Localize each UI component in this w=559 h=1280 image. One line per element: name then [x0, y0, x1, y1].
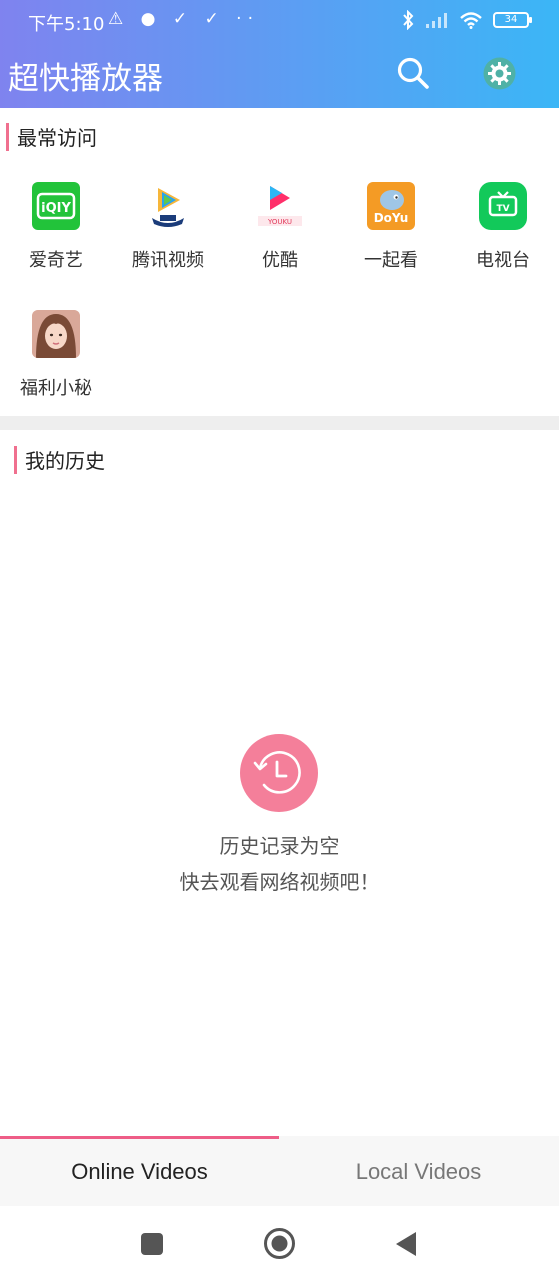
tab-local-videos[interactable]: Local Videos [279, 1136, 558, 1206]
settings-button[interactable] [483, 57, 516, 90]
svg-text:iQIY: iQIY [41, 201, 71, 216]
wifi-icon [460, 12, 482, 29]
svg-text:DoYu: DoYu [374, 211, 409, 225]
section-accent-bar [14, 445, 17, 474]
history-section-header: 我的历史 [14, 445, 105, 474]
youku-icon: YOUKU [256, 182, 304, 230]
frequent-item-label: 一起看 [364, 250, 418, 271]
frequent-item-tv[interactable]: TV 电视台 [453, 182, 553, 272]
system-nav-bar [0, 1206, 559, 1280]
tab-online-videos[interactable]: Online Videos [0, 1136, 279, 1206]
bluetooth-icon [403, 10, 414, 30]
battery-icon: 34 [493, 12, 532, 28]
section-divider [0, 416, 559, 430]
status-time: 下午5:10 [28, 14, 105, 35]
frequent-section-title: 最常访问 [17, 126, 97, 150]
frequent-section-header: 最常访问 [6, 122, 97, 151]
search-icon [397, 57, 429, 89]
frequent-item-fuli[interactable]: 福利小秘 [6, 310, 106, 400]
home-icon[interactable] [263, 1227, 296, 1260]
douyu-icon: DoYu [367, 182, 415, 230]
clock-icon [253, 751, 301, 794]
empty-history-icon [240, 734, 318, 812]
back-icon[interactable] [394, 1230, 418, 1258]
empty-history-title: 历史记录为空 [219, 834, 340, 858]
status-right-icons: 34 [401, 10, 532, 30]
tv-icon: TV [479, 182, 527, 230]
page-title: 超快播放器 [8, 61, 163, 97]
empty-history-hint: 快去观看网络视频吧！ [179, 870, 380, 894]
notification-icons: ⚠ ● ✓ ✓ ·· [108, 9, 259, 29]
signal-icon [426, 13, 447, 28]
frequent-item-iqiyi[interactable]: iQIY 爱奇艺 [6, 182, 106, 272]
frequent-item-label: 腾讯视频 [132, 250, 204, 271]
search-button[interactable] [396, 56, 430, 90]
bottom-tab-bar: Online Videos Local Videos [0, 1136, 559, 1206]
status-bar: 下午5:10 ⚠ ● ✓ ✓ ·· 34 [0, 0, 559, 42]
tencent-video-icon [144, 182, 192, 230]
frequent-item-tencent-video[interactable]: 腾讯视频 [118, 182, 218, 272]
gear-icon [483, 57, 516, 90]
frequent-item-label: 福利小秘 [20, 378, 92, 399]
svg-text:YOUKU: YOUKU [267, 218, 292, 226]
history-section-title: 我的历史 [25, 449, 105, 473]
recents-icon[interactable] [140, 1232, 164, 1256]
frequent-item-label: 爱奇艺 [29, 250, 83, 271]
frequent-item-yiqikan[interactable]: DoYu 一起看 [341, 182, 441, 272]
frequent-item-label: 优酷 [262, 250, 298, 271]
frequent-item-youku[interactable]: YOUKU 优酷 [230, 182, 330, 272]
avatar-icon [32, 310, 80, 358]
frequent-item-label: 电视台 [476, 250, 530, 271]
app-header: 下午5:10 ⚠ ● ✓ ✓ ·· 34 超快播放器 [0, 0, 559, 108]
svg-text:TV: TV [496, 204, 509, 214]
iqiyi-icon: iQIY [32, 182, 80, 230]
section-accent-bar [6, 122, 9, 151]
